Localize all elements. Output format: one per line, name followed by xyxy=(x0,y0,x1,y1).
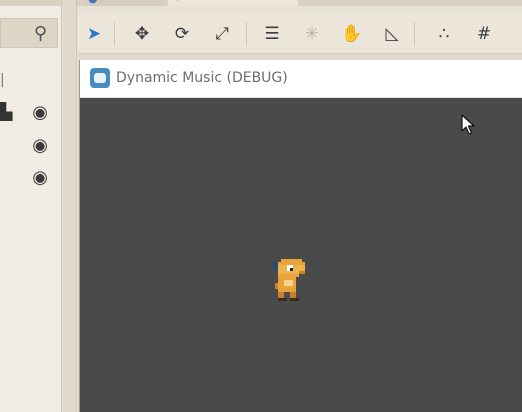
eye-icon[interactable]: ◉ xyxy=(32,135,48,156)
toolbar-separator xyxy=(114,22,115,46)
tree-item[interactable]: ◉ xyxy=(0,165,58,191)
grid-snap-button[interactable]: # xyxy=(470,20,498,48)
eye-icon[interactable]: ◉ xyxy=(32,167,48,188)
pan-tool-button[interactable]: ✋ xyxy=(338,20,366,48)
scale-tool-button[interactable]: ⤢ xyxy=(208,20,236,48)
eye-icon[interactable]: ◉ xyxy=(32,102,48,123)
scene-tree-dock: ⚲ | ▙ ◉ ◉ ◉ xyxy=(0,6,62,412)
smart-snap-icon: ∴ xyxy=(438,24,450,44)
list-select-icon: ☰ xyxy=(264,24,280,44)
tree-item[interactable]: ◉ xyxy=(0,133,58,159)
dock-splitter[interactable] xyxy=(63,0,77,412)
tree-item[interactable]: ▙ ◉ xyxy=(0,100,58,126)
game-debug-window[interactable]: Dynamic Music (DEBUG) xyxy=(79,60,522,412)
list-select-tool-button[interactable]: ☰ xyxy=(258,20,286,48)
scene-icon: ✂ xyxy=(176,0,185,5)
godot-app-icon xyxy=(90,68,110,88)
pivot-tool-button[interactable]: ✳ xyxy=(298,20,326,48)
tab-scene[interactable] xyxy=(168,0,298,6)
hand-icon: ✋ xyxy=(341,24,363,44)
move-icon: ✥ xyxy=(134,24,150,44)
editor-root: ● ✂ ⚲ | ▙ ◉ ◉ ◉ ➤ ✥ ⟳ ⤢ ☰ ✳ ✋ ◺ ∴ # xyxy=(0,0,522,412)
canvas-toolbar: ➤ ✥ ⟳ ⤢ ☰ ✳ ✋ ◺ ∴ # xyxy=(78,14,522,54)
pivot-icon: ✳ xyxy=(304,24,320,44)
select-tool-button[interactable]: ➤ xyxy=(80,20,108,48)
mouse-cursor-icon xyxy=(461,114,475,135)
scene-root-marker: | xyxy=(0,72,5,88)
smart-snap-button[interactable]: ∴ xyxy=(430,20,458,48)
move-tool-button[interactable]: ✥ xyxy=(128,20,156,48)
ruler-tool-button[interactable]: ◺ xyxy=(378,20,406,48)
window-title: Dynamic Music (DEBUG) xyxy=(116,70,288,86)
toolbar-separator xyxy=(246,22,247,46)
rotate-icon: ⟳ xyxy=(174,24,190,44)
node-icon: ▙ xyxy=(0,102,13,121)
toolbar-separator xyxy=(414,22,415,46)
window-titlebar[interactable]: Dynamic Music (DEBUG) xyxy=(80,60,522,98)
script-icon: ● xyxy=(88,0,98,5)
rotate-tool-button[interactable]: ⟳ xyxy=(168,20,196,48)
select-arrow-icon: ➤ xyxy=(86,24,102,44)
dino-sprite xyxy=(272,259,305,301)
grid-snap-icon: # xyxy=(476,24,492,44)
ruler-icon: ◺ xyxy=(385,24,399,44)
filter-nodes-input[interactable]: ⚲ xyxy=(0,18,58,48)
scene-tab-strip: ● ✂ xyxy=(0,0,522,6)
search-icon[interactable]: ⚲ xyxy=(34,23,47,44)
game-canvas[interactable] xyxy=(80,98,522,412)
scale-icon: ⤢ xyxy=(215,24,229,44)
